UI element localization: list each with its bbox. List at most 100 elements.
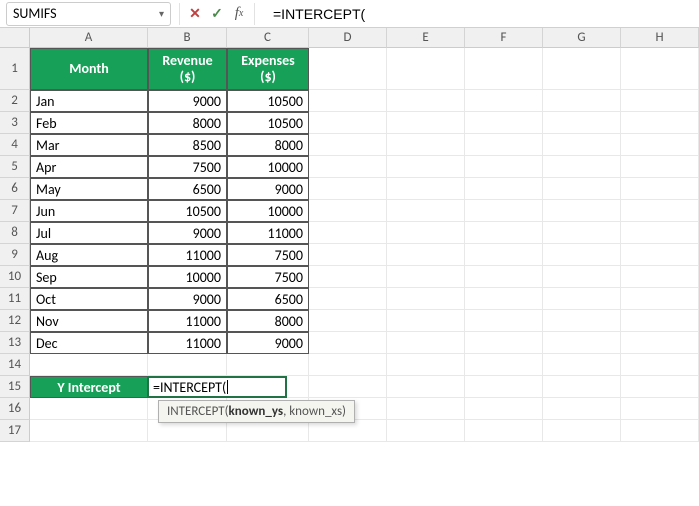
cell-expenses[interactable]: 8000: [227, 134, 309, 156]
cell[interactable]: [309, 420, 387, 442]
active-cell-editor[interactable]: =INTERCEPT(: [147, 376, 287, 398]
cell[interactable]: [30, 354, 148, 376]
cell[interactable]: [387, 112, 465, 134]
row-header[interactable]: 15: [0, 376, 30, 398]
cell[interactable]: [621, 178, 699, 200]
cell[interactable]: [309, 332, 387, 354]
cell[interactable]: [387, 90, 465, 112]
row-header[interactable]: 8: [0, 222, 30, 244]
cell[interactable]: [387, 48, 465, 90]
cell-expenses[interactable]: 10000: [227, 156, 309, 178]
cell[interactable]: [465, 178, 543, 200]
cell[interactable]: [465, 354, 543, 376]
cell-revenue[interactable]: 11000: [148, 244, 227, 266]
cell[interactable]: [543, 420, 621, 442]
row-header[interactable]: 1: [0, 48, 30, 90]
y-intercept-label[interactable]: Y Intercept: [30, 376, 148, 398]
cell[interactable]: [387, 222, 465, 244]
header-revenue[interactable]: Revenue ($): [148, 48, 227, 90]
cell[interactable]: [465, 420, 543, 442]
cell[interactable]: [543, 90, 621, 112]
cell[interactable]: [387, 398, 465, 420]
row-header[interactable]: 16: [0, 398, 30, 420]
formula-input[interactable]: [265, 3, 699, 25]
row-header[interactable]: 6: [0, 178, 30, 200]
cell-revenue[interactable]: 6500: [148, 178, 227, 200]
col-header-H[interactable]: H: [621, 28, 699, 48]
header-expenses[interactable]: Expenses ($): [227, 48, 309, 90]
cell[interactable]: [309, 288, 387, 310]
cell-month[interactable]: Jul: [30, 222, 148, 244]
cell[interactable]: [621, 354, 699, 376]
cell[interactable]: [621, 398, 699, 420]
cell[interactable]: [621, 332, 699, 354]
cell[interactable]: [465, 200, 543, 222]
cell-month[interactable]: Jun: [30, 200, 148, 222]
cell[interactable]: [309, 376, 387, 398]
col-header-D[interactable]: D: [309, 28, 387, 48]
row-header[interactable]: 9: [0, 244, 30, 266]
cell[interactable]: [621, 156, 699, 178]
cell[interactable]: [465, 310, 543, 332]
select-all-corner[interactable]: [0, 28, 30, 48]
cell[interactable]: [465, 376, 543, 398]
cell[interactable]: [543, 288, 621, 310]
cell-revenue[interactable]: 10500: [148, 200, 227, 222]
cell-expenses[interactable]: 10500: [227, 90, 309, 112]
cell[interactable]: [387, 310, 465, 332]
cell[interactable]: [543, 178, 621, 200]
cell[interactable]: [621, 200, 699, 222]
grid-body[interactable]: Month Revenue ($) Expenses ($) Jan900010…: [30, 48, 699, 442]
row-header[interactable]: 2: [0, 90, 30, 112]
cell[interactable]: [387, 244, 465, 266]
cell[interactable]: [309, 222, 387, 244]
cell[interactable]: [309, 156, 387, 178]
cell[interactable]: [387, 134, 465, 156]
row-header[interactable]: 4: [0, 134, 30, 156]
cell-month[interactable]: Oct: [30, 288, 148, 310]
cell[interactable]: [309, 112, 387, 134]
row-header[interactable]: 11: [0, 288, 30, 310]
cell-expenses[interactable]: 9000: [227, 178, 309, 200]
cell[interactable]: [227, 354, 309, 376]
name-box[interactable]: SUMIFS ▾: [6, 2, 171, 26]
cell-month[interactable]: Jan: [30, 90, 148, 112]
cell-revenue[interactable]: 8000: [148, 112, 227, 134]
row-header[interactable]: 13: [0, 332, 30, 354]
cell[interactable]: [543, 244, 621, 266]
cell[interactable]: [387, 266, 465, 288]
cell-revenue[interactable]: 7500: [148, 156, 227, 178]
cancel-button[interactable]: ✕: [184, 3, 206, 25]
cell-revenue[interactable]: 11000: [148, 310, 227, 332]
cell-revenue[interactable]: 9000: [148, 222, 227, 244]
cell[interactable]: [543, 156, 621, 178]
cell[interactable]: [465, 112, 543, 134]
cell[interactable]: [621, 266, 699, 288]
cell-expenses[interactable]: 7500: [227, 244, 309, 266]
cell[interactable]: [387, 288, 465, 310]
cell[interactable]: [621, 90, 699, 112]
cell[interactable]: [309, 200, 387, 222]
cell-month[interactable]: Feb: [30, 112, 148, 134]
col-header-A[interactable]: A: [30, 28, 148, 48]
cell[interactable]: [621, 112, 699, 134]
col-header-E[interactable]: E: [387, 28, 465, 48]
cell-expenses[interactable]: 11000: [227, 222, 309, 244]
col-header-F[interactable]: F: [465, 28, 543, 48]
cell[interactable]: [465, 398, 543, 420]
cell[interactable]: [621, 310, 699, 332]
row-header[interactable]: 3: [0, 112, 30, 134]
cell-expenses[interactable]: 10500: [227, 112, 309, 134]
cell[interactable]: [309, 266, 387, 288]
cell[interactable]: [227, 420, 309, 442]
cell-month[interactable]: Sep: [30, 266, 148, 288]
header-month[interactable]: Month: [30, 48, 148, 90]
cell[interactable]: [309, 48, 387, 90]
cell[interactable]: [309, 310, 387, 332]
cell[interactable]: [465, 90, 543, 112]
row-header[interactable]: 12: [0, 310, 30, 332]
cell-expenses[interactable]: 10000: [227, 200, 309, 222]
cell[interactable]: [621, 48, 699, 90]
cell[interactable]: [543, 376, 621, 398]
cell[interactable]: [309, 178, 387, 200]
